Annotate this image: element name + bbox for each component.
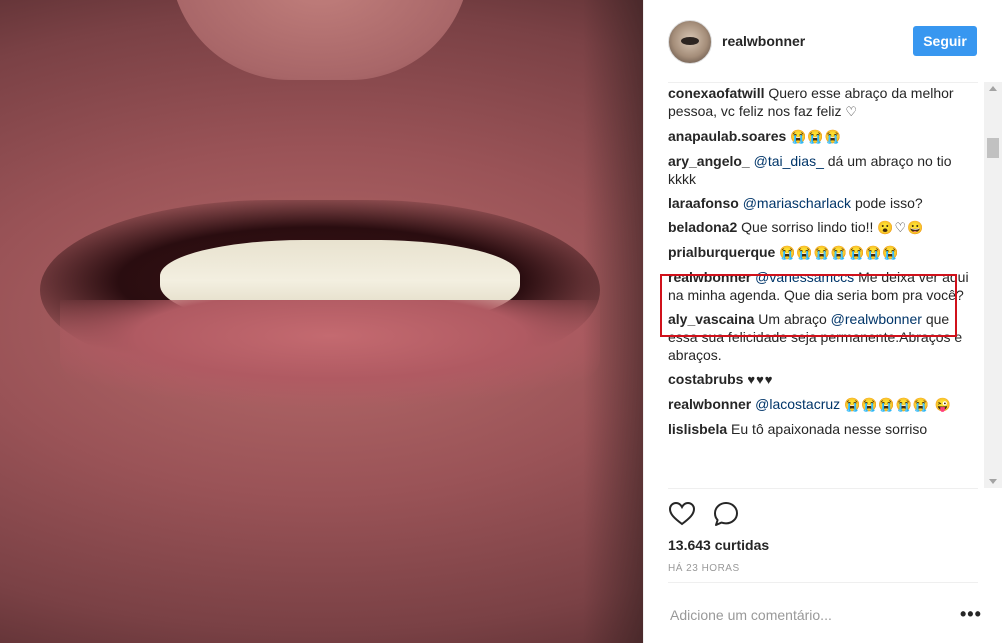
comment-mention[interactable]: @mariascharlack bbox=[743, 195, 851, 211]
comment: ary_angelo_ @tai_dias_ dá um abraço no t… bbox=[668, 152, 978, 188]
comment: laraafonso @mariascharlack pode isso? bbox=[668, 194, 978, 212]
comment-username[interactable]: realwbonner bbox=[668, 269, 751, 285]
comment-highlighted: realwbonner @vanessamccs Me deixa ver aq… bbox=[668, 268, 978, 304]
heart-outline-icon[interactable] bbox=[668, 500, 696, 528]
comment: costabrubs ♥♥♥ bbox=[668, 370, 978, 389]
divider bbox=[668, 82, 978, 83]
comment: conexaofatwill Quero esse abraço da melh… bbox=[668, 84, 978, 121]
post-sidebar: realwbonner Seguir conexaofatwill Quero … bbox=[643, 0, 1002, 643]
post-header: realwbonner Seguir bbox=[668, 20, 978, 64]
comment-username[interactable]: ary_angelo_ bbox=[668, 153, 750, 169]
comment-text: Que sorriso lindo tio!! bbox=[741, 219, 874, 235]
scroll-up-icon[interactable] bbox=[989, 86, 997, 91]
comment-username[interactable]: prialburquerque bbox=[668, 244, 775, 260]
comment-username[interactable]: conexaofatwill bbox=[668, 85, 764, 101]
comment: beladona2 Que sorriso lindo tio!! 😮♡😀 bbox=[668, 218, 978, 237]
more-options-icon[interactable]: ••• bbox=[960, 604, 982, 625]
comment: realwbonner @lacostacruz 😭😭😭😭😭 😜 bbox=[668, 395, 978, 414]
comment-input[interactable] bbox=[668, 596, 942, 634]
comment-username[interactable]: lislisbela bbox=[668, 421, 727, 437]
comments-list: conexaofatwill Quero esse abraço da melh… bbox=[668, 84, 978, 486]
scroll-thumb[interactable] bbox=[987, 138, 999, 158]
comment-mention[interactable]: @vanessamccs bbox=[755, 269, 854, 285]
comment: prialburquerque 😭😭😭😭😭😭😭 bbox=[668, 243, 978, 262]
comment: aly_vascaina Um abraço @realwbonner que … bbox=[668, 310, 978, 364]
comment-username[interactable]: laraafonso bbox=[668, 195, 739, 211]
comment-mention[interactable]: @realwbonner bbox=[831, 311, 922, 327]
scroll-down-icon[interactable] bbox=[989, 479, 997, 484]
comment-username[interactable]: anapaulab.soares bbox=[668, 128, 786, 144]
post-photo bbox=[0, 0, 643, 643]
comment-mention[interactable]: @tai_dias_ bbox=[754, 153, 824, 169]
likes-count[interactable]: 13.643 curtidas bbox=[668, 537, 769, 553]
comment-mention[interactable]: @lacostacruz bbox=[755, 396, 840, 412]
comment-emoji: 😭😭😭😭😭 😜 bbox=[844, 397, 952, 412]
divider bbox=[668, 582, 978, 583]
comment: anapaulab.soares 😭😭😭 bbox=[668, 127, 978, 146]
comment-emoji: 😮♡😀 bbox=[877, 220, 925, 235]
comment-text: Eu tô apaixonada nesse sorriso bbox=[731, 421, 928, 437]
divider bbox=[668, 488, 978, 489]
photo-lip bbox=[60, 300, 600, 420]
comment-emoji: 😭😭😭 bbox=[790, 129, 842, 144]
comment-emoji: ♡ bbox=[845, 104, 859, 119]
avatar-eye bbox=[681, 37, 699, 45]
photo-nose bbox=[170, 0, 470, 80]
post-time[interactable]: HÁ 23 HORAS bbox=[668, 563, 740, 574]
comment-text: pode isso? bbox=[854, 195, 923, 211]
header-username[interactable]: realwbonner bbox=[722, 33, 805, 49]
post-actions bbox=[668, 500, 768, 530]
photo-shade bbox=[583, 0, 643, 643]
comments-scrollbar[interactable] bbox=[984, 82, 1002, 488]
comment-username[interactable]: beladona2 bbox=[668, 219, 737, 235]
avatar[interactable] bbox=[668, 20, 712, 64]
comment-emoji: 😭😭😭😭😭😭😭 bbox=[779, 245, 900, 260]
comment: lislisbela Eu tô apaixonada nesse sorris… bbox=[668, 420, 978, 438]
comment-username[interactable]: costabrubs bbox=[668, 371, 743, 387]
follow-button[interactable]: Seguir bbox=[913, 26, 977, 56]
comment-username[interactable]: aly_vascaina bbox=[668, 311, 754, 327]
speech-bubble-icon[interactable] bbox=[712, 500, 740, 528]
comment-emoji: ♥♥♥ bbox=[747, 372, 774, 387]
comment-username[interactable]: realwbonner bbox=[668, 396, 751, 412]
comment-text: Um abraço bbox=[758, 311, 827, 327]
